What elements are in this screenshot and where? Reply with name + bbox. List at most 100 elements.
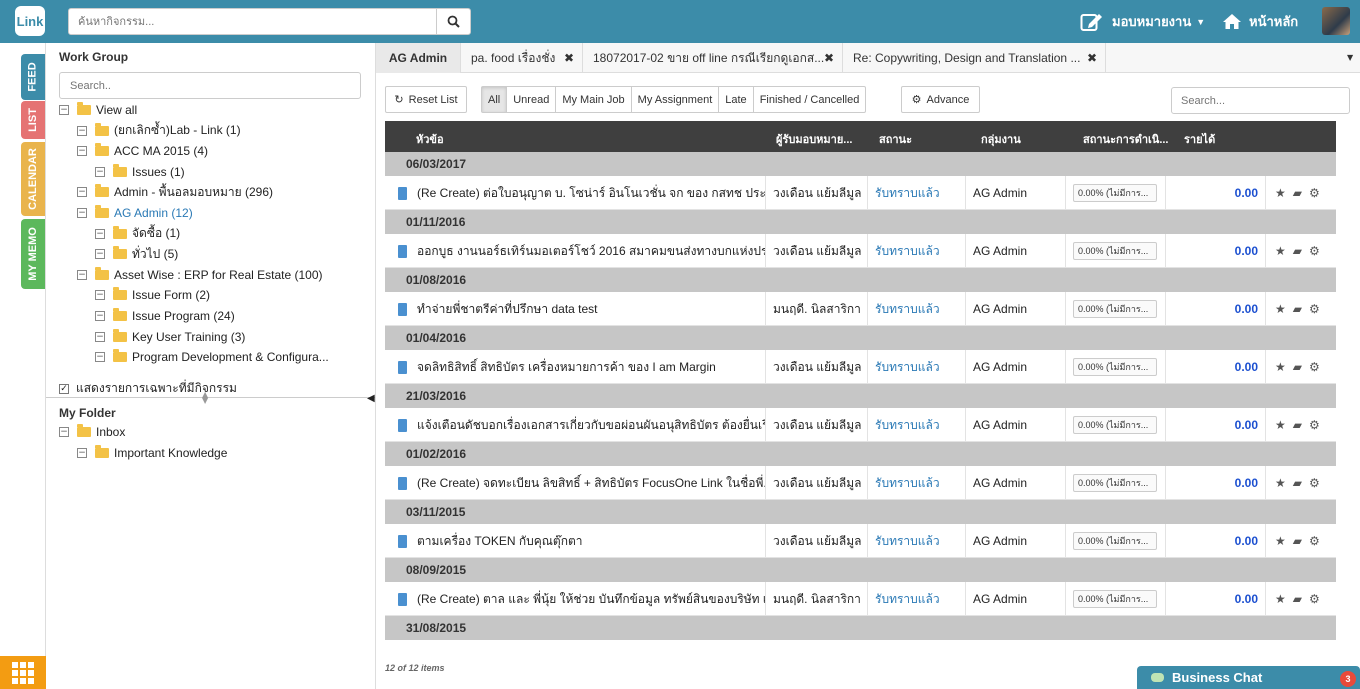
- folder-open-icon[interactable]: ▰: [1293, 360, 1302, 374]
- advance-button[interactable]: ⚙ Advance: [901, 86, 980, 113]
- header-progress[interactable]: สถานะการดำเนิ...: [1083, 130, 1169, 148]
- tree-node[interactable]: − Important Knowledge: [77, 443, 227, 463]
- star-icon[interactable]: ★: [1275, 476, 1286, 490]
- tab-pa-food[interactable]: pa. food เรื่องชั่ง ✖: [461, 43, 583, 73]
- cell-status[interactable]: รับทราบแล้ว: [868, 408, 966, 442]
- filter-my-main-job[interactable]: My Main Job: [556, 87, 632, 112]
- tab-my-memo[interactable]: MY MEMO: [21, 219, 45, 289]
- filter-unread[interactable]: Unread: [507, 87, 557, 112]
- tree-node[interactable]: − Inbox: [59, 422, 125, 442]
- folder-open-icon[interactable]: ▰: [1293, 244, 1302, 258]
- workgroup-search-input[interactable]: [59, 72, 361, 99]
- checkbox-checked-icon[interactable]: ✓: [59, 383, 69, 394]
- folder-open-icon[interactable]: ▰: [1293, 592, 1302, 606]
- filter-active-only[interactable]: ✓ แสดงรายการเฉพาะที่มีกิจกรรม: [59, 379, 237, 398]
- collapse-toggle-icon[interactable]: −: [95, 311, 105, 321]
- tab-copywriting[interactable]: Re: Copywriting, Design and Translation …: [843, 43, 1106, 73]
- cell-status[interactable]: รับทราบแล้ว: [868, 234, 966, 268]
- tree-node[interactable]: − Asset Wise : ERP for Real Estate (100): [77, 265, 323, 285]
- home-link[interactable]: หน้าหลัก: [1222, 0, 1298, 43]
- resize-handle-icon[interactable]: ▲ ▼: [202, 391, 208, 405]
- table-row[interactable]: ตามเครื่อง TOKEN กับคุณตุ๊กตา วงเดือน แย้…: [385, 524, 1336, 558]
- header-status[interactable]: สถานะ: [879, 130, 912, 148]
- apps-grid-button[interactable]: [0, 656, 46, 689]
- collapse-panel-icon[interactable]: ◀: [367, 393, 375, 404]
- filter-all[interactable]: All: [482, 87, 508, 112]
- folder-open-icon[interactable]: ▰: [1293, 302, 1302, 316]
- collapse-toggle-icon[interactable]: −: [59, 427, 69, 437]
- gear-icon[interactable]: ⚙: [1309, 534, 1320, 548]
- cell-subject[interactable]: แจ้งเตือนดัชบอกเรื่องเอกสารเกี่ยวกับขอผ่…: [385, 408, 766, 442]
- table-row[interactable]: ออกบูธ งานนอร์ธเทิร์นมอเตอร์โชว์ 2016 สม…: [385, 234, 1336, 268]
- filter-my-assignment[interactable]: My Assignment: [632, 87, 720, 112]
- panel-splitter[interactable]: [46, 397, 375, 398]
- assign-task-menu[interactable]: มอบหมายงาน ▼: [1080, 0, 1205, 43]
- close-icon[interactable]: ✖: [564, 51, 574, 65]
- folder-open-icon[interactable]: ▰: [1293, 418, 1302, 432]
- cell-subject[interactable]: (Re Create) ต่อใบอนุญาต บ. โซน่าร์ อินโน…: [385, 176, 766, 210]
- star-icon[interactable]: ★: [1275, 244, 1286, 258]
- star-icon[interactable]: ★: [1275, 360, 1286, 374]
- collapse-toggle-icon[interactable]: −: [77, 125, 87, 136]
- header-assigner[interactable]: ผู้รับมอบหมาย...: [776, 130, 852, 148]
- gear-icon[interactable]: ⚙: [1309, 592, 1320, 606]
- cell-subject[interactable]: ทำจ่ายพี่ชาตรีค่าที่ปรึกษา data test: [385, 292, 766, 326]
- gear-icon[interactable]: ⚙: [1309, 418, 1320, 432]
- cell-status[interactable]: รับทราบแล้ว: [868, 524, 966, 558]
- tree-node[interactable]: − Program Development & Configura...: [95, 347, 329, 367]
- tree-node[interactable]: − Key User Training (3): [95, 327, 245, 347]
- filter-late[interactable]: Late: [719, 87, 754, 112]
- header-group[interactable]: กลุ่มงาน: [981, 130, 1021, 148]
- table-row[interactable]: ทำจ่ายพี่ชาตรีค่าที่ปรึกษา data test มนฤด…: [385, 292, 1336, 326]
- gear-icon[interactable]: ⚙: [1309, 360, 1320, 374]
- tree-node[interactable]: − Issue Program (24): [95, 306, 235, 326]
- star-icon[interactable]: ★: [1275, 302, 1286, 316]
- star-icon[interactable]: ★: [1275, 534, 1286, 548]
- collapse-toggle-icon[interactable]: −: [95, 166, 105, 177]
- business-chat-bar[interactable]: Business Chat 3: [1137, 666, 1360, 689]
- close-icon[interactable]: ✖: [1087, 51, 1097, 65]
- collapse-toggle-icon[interactable]: −: [95, 228, 105, 239]
- folder-open-icon[interactable]: ▰: [1293, 186, 1302, 200]
- table-row[interactable]: [385, 640, 1336, 652]
- cell-status[interactable]: รับทราบแล้ว: [868, 466, 966, 500]
- tree-node[interactable]: − AG Admin (12): [77, 203, 193, 223]
- star-icon[interactable]: ★: [1275, 592, 1286, 606]
- table-row[interactable]: (Re Create) ตาล และ พี่นุ้ย ให้ช่วย บันท…: [385, 582, 1336, 616]
- cell-subject[interactable]: (Re Create) ตาล และ พี่นุ้ย ให้ช่วย บันท…: [385, 582, 766, 616]
- cell-status[interactable]: รับทราบแล้ว: [868, 176, 966, 210]
- collapse-toggle-icon[interactable]: −: [77, 208, 87, 218]
- gear-icon[interactable]: ⚙: [1309, 302, 1320, 316]
- gear-icon[interactable]: ⚙: [1309, 186, 1320, 200]
- list-search-input[interactable]: [1171, 87, 1350, 114]
- collapse-toggle-icon[interactable]: −: [95, 331, 105, 342]
- tree-node[interactable]: − จัดซื้อ (1): [95, 224, 180, 244]
- cell-status[interactable]: รับทราบแล้ว: [868, 350, 966, 384]
- table-row[interactable]: (Re Create) จดทะเบียน ลิขสิทธิ์ + สิทธิบ…: [385, 466, 1336, 500]
- collapse-toggle-icon[interactable]: −: [77, 447, 87, 458]
- cell-status[interactable]: รับทราบแล้ว: [868, 292, 966, 326]
- table-row[interactable]: (Re Create) ต่อใบอนุญาต บ. โซน่าร์ อินโน…: [385, 176, 1336, 210]
- star-icon[interactable]: ★: [1275, 418, 1286, 432]
- gear-icon[interactable]: ⚙: [1309, 476, 1320, 490]
- tree-node[interactable]: − ทั่วไป (5): [95, 244, 178, 264]
- table-scrollbar[interactable]: [1350, 152, 1356, 652]
- tab-list[interactable]: LIST: [21, 101, 45, 139]
- table-row[interactable]: จดลิทธิสิทธิ์ สิทธิบัตร เครื่องหมายการค้…: [385, 350, 1336, 384]
- header-subject[interactable]: หัวข้อ: [416, 130, 444, 148]
- tree-node[interactable]: − View all: [59, 100, 137, 120]
- tab-feed[interactable]: FEED: [21, 54, 45, 100]
- collapse-toggle-icon[interactable]: −: [59, 105, 69, 115]
- cell-subject[interactable]: จดลิทธิสิทธิ์ สิทธิบัตร เครื่องหมายการค้…: [385, 350, 766, 384]
- cell-subject[interactable]: (Re Create) จดทะเบียน ลิขสิทธิ์ + สิทธิบ…: [385, 466, 766, 500]
- close-icon[interactable]: ✖: [824, 51, 834, 65]
- tree-node[interactable]: − Issues (1): [95, 162, 185, 182]
- cell-subject[interactable]: ออกบูธ งานนอร์ธเทิร์นมอเตอร์โชว์ 2016 สม…: [385, 234, 766, 268]
- cell-status[interactable]: รับทราบแล้ว: [868, 582, 966, 616]
- collapse-toggle-icon[interactable]: −: [77, 269, 87, 280]
- collapse-toggle-icon[interactable]: −: [95, 352, 105, 363]
- user-avatar[interactable]: [1322, 7, 1350, 35]
- tabs-dropdown-icon[interactable]: ▼: [1347, 53, 1353, 62]
- header-income[interactable]: รายได้: [1184, 130, 1215, 148]
- reset-list-button[interactable]: ↻ Reset List: [385, 86, 467, 113]
